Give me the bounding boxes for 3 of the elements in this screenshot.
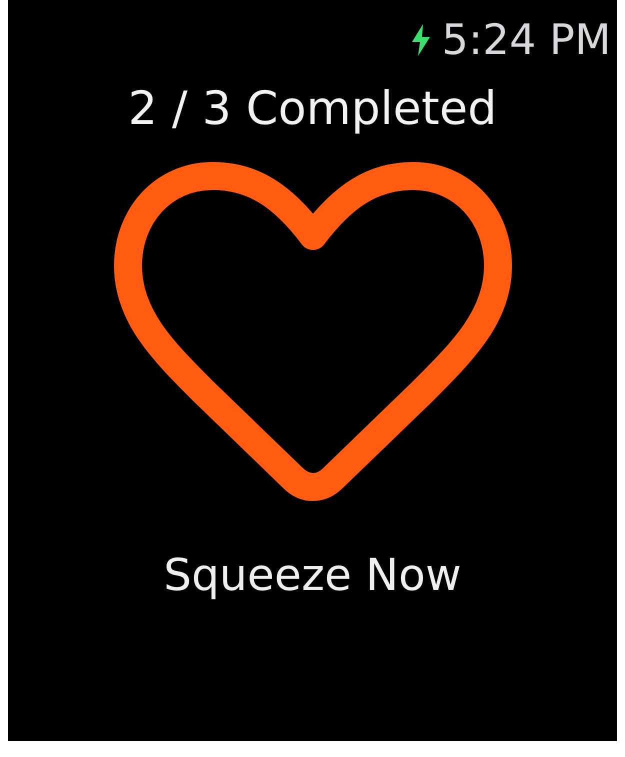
prompt-text: Squeeze Now [164,549,462,603]
progress-text: 2 / 3 Completed [128,80,497,136]
status-time: 5:24 PM [442,14,611,66]
